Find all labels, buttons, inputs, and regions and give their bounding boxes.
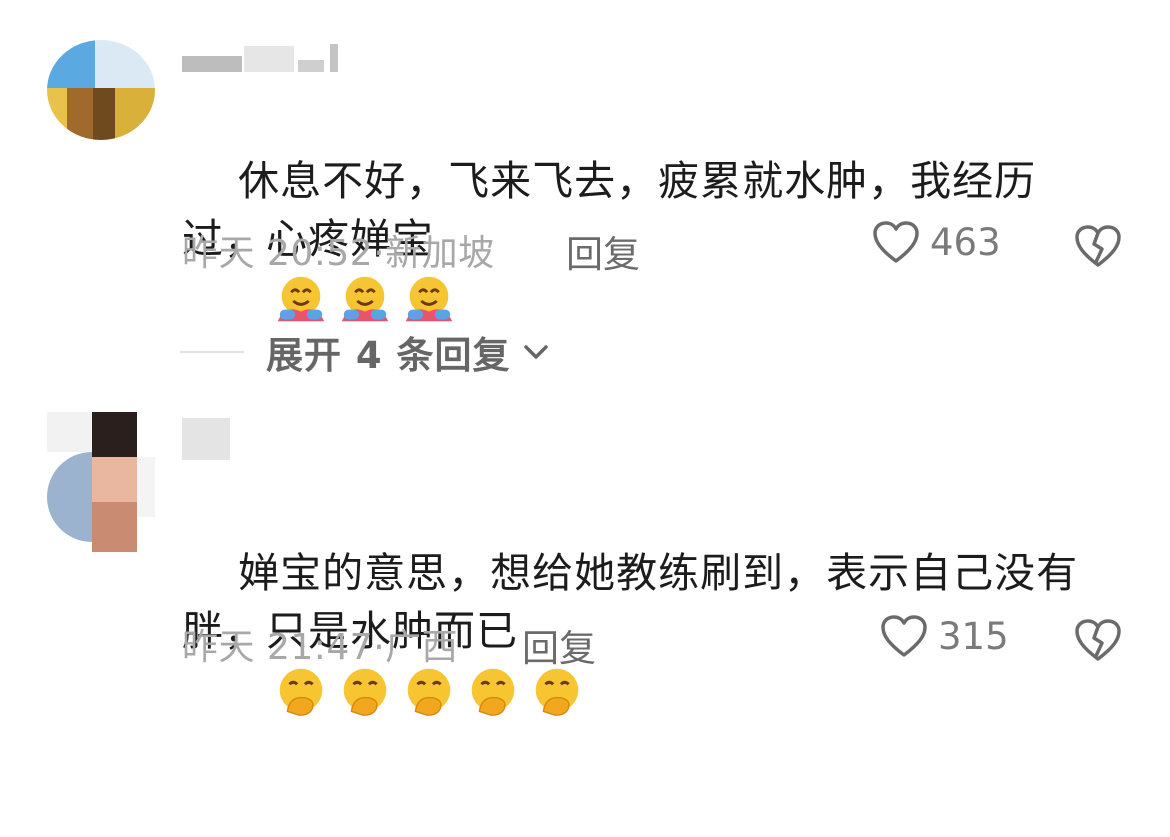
reply-button[interactable]: 回复: [566, 224, 640, 278]
avatar[interactable]: [47, 412, 155, 552]
hand-over-mouth-face-icon: [407, 668, 451, 716]
like-count: 315: [938, 614, 1009, 658]
expand-replies-label: 展开 4 条回复: [266, 334, 511, 377]
hugging-face-icon: [406, 276, 453, 322]
hugging-face-icon: [342, 276, 389, 322]
heart-icon: [873, 221, 919, 263]
comment-meta: 昨天 20:52·新加坡: [182, 233, 495, 274]
hugging-face-icon: [278, 276, 325, 322]
username-obscured[interactable]: [182, 418, 232, 460]
comment-meta: 昨天 21:47·广西: [182, 627, 459, 668]
like-count: 463: [930, 220, 1001, 264]
chevron-down-icon: [523, 345, 548, 359]
reply-button[interactable]: 回复: [522, 618, 596, 672]
comment-time: 昨天 21:47: [182, 627, 374, 668]
like-button[interactable]: 315: [880, 614, 1009, 658]
hand-over-mouth-face-icon: [279, 668, 323, 716]
hand-over-mouth-face-icon: [343, 668, 387, 716]
comment-time: 昨天 20:52: [182, 233, 374, 274]
hand-over-mouth-face-icon: [471, 668, 515, 716]
like-button[interactable]: 463: [872, 220, 1001, 264]
heart-icon: [881, 615, 927, 657]
expand-replies-button[interactable]: 展开 4 条回复: [180, 325, 553, 379]
divider: [180, 351, 244, 353]
broken-heart-icon[interactable]: [1074, 224, 1122, 268]
comment-location: 广西: [385, 627, 459, 668]
emoji-group: [182, 665, 586, 774]
broken-heart-icon[interactable]: [1074, 618, 1122, 662]
avatar[interactable]: [47, 40, 155, 140]
username-obscured[interactable]: [182, 42, 342, 72]
comment-location: 新加坡: [385, 233, 495, 274]
